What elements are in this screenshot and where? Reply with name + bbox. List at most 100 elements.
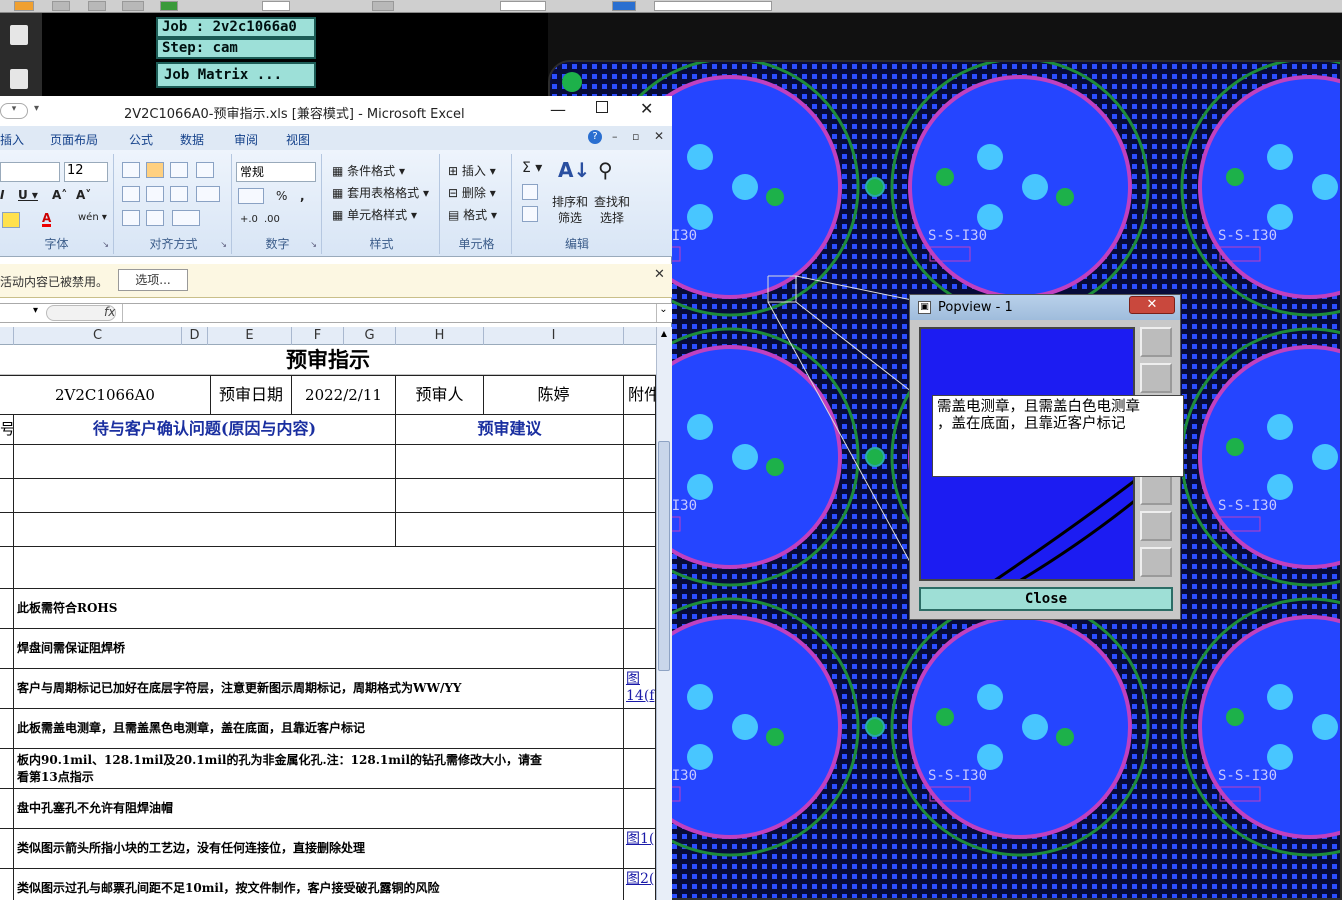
- font-name-combo[interactable]: [0, 162, 60, 182]
- table-cell[interactable]: [14, 445, 396, 479]
- table-cell[interactable]: [0, 749, 14, 789]
- issue-text-cell[interactable]: 此板需盖电测章，且需盖黑色电测章，盖在底面，且靠近客户标记: [14, 709, 624, 749]
- table-cell[interactable]: [0, 789, 14, 829]
- issue-text-cell[interactable]: 盘中孔塞孔不允许有阻焊油帽: [14, 789, 624, 829]
- grow-font-icon[interactable]: A˄: [52, 188, 67, 202]
- tab-insert[interactable]: 插入: [0, 131, 24, 148]
- increase-indent-icon[interactable]: [146, 210, 164, 226]
- column-header-e[interactable]: E: [208, 327, 292, 345]
- tab-formulas[interactable]: 公式: [129, 131, 153, 148]
- fill-icon[interactable]: [522, 184, 538, 200]
- tab-review[interactable]: 审阅: [234, 131, 258, 148]
- column-header-h[interactable]: H: [396, 327, 484, 345]
- document-icon[interactable]: [10, 25, 28, 45]
- toolbar-icon[interactable]: [160, 1, 178, 11]
- issue-text-cell[interactable]: 板内90.1mil、128.1mil及20.1mil的孔为非金属化孔.注：128…: [14, 749, 624, 789]
- delete-cells-button[interactable]: ⊟ 删除 ▾: [448, 184, 496, 201]
- expand-formula-icon[interactable]: ⌄: [656, 304, 670, 322]
- table-cell[interactable]: [0, 589, 14, 629]
- reviewer-label-cell[interactable]: 预审人: [396, 375, 484, 415]
- toolbar-icon[interactable]: [612, 1, 636, 11]
- column-header[interactable]: [0, 327, 14, 345]
- issue-header-cell[interactable]: 待与客户确认问题(原因与内容): [14, 415, 396, 445]
- scroll-up-icon[interactable]: ▲: [658, 329, 670, 341]
- reference-link-cell[interactable]: [624, 789, 656, 829]
- insert-cells-button[interactable]: ⊞ 插入 ▾: [448, 162, 496, 179]
- table-cell[interactable]: [14, 547, 624, 589]
- increase-decimal-icon[interactable]: +.0: [240, 214, 258, 225]
- tab-page-layout[interactable]: 页面布局: [50, 131, 98, 148]
- toolbar-field[interactable]: [654, 1, 772, 11]
- toolbar-field[interactable]: [262, 1, 290, 11]
- popview-close-button[interactable]: Close: [919, 587, 1173, 611]
- table-cell[interactable]: [624, 547, 656, 589]
- align-middle-icon[interactable]: [146, 162, 164, 178]
- clear-icon[interactable]: [522, 206, 538, 222]
- popview-close-x-button[interactable]: ✕: [1129, 296, 1175, 314]
- table-cell[interactable]: [14, 479, 396, 513]
- font-size-combo[interactable]: 12: [64, 162, 108, 182]
- number-format-combo[interactable]: 常规: [236, 162, 316, 182]
- issue-text-cell[interactable]: 类似图示过孔与邮票孔间距不足10mil，按文件制作，客户接受破孔露铜的风险: [14, 869, 624, 900]
- toolbar-icon[interactable]: [372, 1, 394, 11]
- tab-view[interactable]: 视图: [286, 131, 310, 148]
- currency-icon[interactable]: [238, 188, 264, 204]
- reference-link-cell[interactable]: [624, 589, 656, 629]
- cell-styles-button[interactable]: ▦ 单元格样式 ▾: [332, 206, 417, 223]
- date-label-cell[interactable]: 预审日期: [211, 375, 292, 415]
- ribbon-minimize-icon[interactable]: –: [612, 130, 618, 143]
- align-right-icon[interactable]: [170, 186, 188, 202]
- documents-icon[interactable]: [10, 69, 28, 89]
- find-select-icon[interactable]: ⚲: [598, 158, 613, 182]
- shrink-font-icon[interactable]: A˅: [76, 188, 91, 202]
- merge-center-icon[interactable]: [196, 186, 220, 202]
- zoom-in-icon[interactable]: [1140, 511, 1172, 541]
- worksheet[interactable]: 预审指示 2V2C1066A0 预审日期 2022/2/11 预审人 陈婷 附件…: [0, 345, 656, 900]
- sheet-title[interactable]: 预审指示: [0, 345, 656, 375]
- pan-icon[interactable]: [1140, 547, 1172, 577]
- scroll-thumb[interactable]: [658, 441, 670, 671]
- table-cell[interactable]: [14, 513, 396, 547]
- part-number-cell[interactable]: 2V2C1066A0: [0, 375, 211, 415]
- toolbar-icon[interactable]: [14, 1, 34, 11]
- column-header-c[interactable]: C: [14, 327, 182, 345]
- table-cell[interactable]: [0, 547, 14, 589]
- table-cell[interactable]: [396, 513, 624, 547]
- toolbar-icon[interactable]: [52, 1, 70, 11]
- issue-text-cell[interactable]: 焊盘间需保证阻焊桥: [14, 629, 624, 669]
- reviewer-cell[interactable]: 陈婷: [484, 375, 624, 415]
- column-header-d[interactable]: D: [182, 327, 208, 345]
- toolbar-icon[interactable]: [122, 1, 144, 11]
- underline-icon[interactable]: U ▾: [18, 188, 38, 202]
- formula-input[interactable]: [122, 304, 654, 322]
- ribbon-close-icon[interactable]: ✕: [654, 129, 664, 143]
- conditional-format-button[interactable]: ▦ 条件格式 ▾: [332, 162, 405, 179]
- qat-customize-icon[interactable]: ▾: [34, 103, 39, 114]
- toolbar-field[interactable]: [500, 1, 546, 11]
- orientation-icon[interactable]: [172, 210, 200, 226]
- number-dialog-launcher-icon[interactable]: ↘: [310, 240, 317, 249]
- column-header-f[interactable]: F: [292, 327, 344, 345]
- alignment-dialog-launcher-icon[interactable]: ↘: [220, 240, 227, 249]
- reference-link-cell[interactable]: 图2(: [624, 869, 656, 900]
- quick-access-dropdown[interactable]: ▾: [0, 103, 28, 119]
- table-cell[interactable]: [0, 669, 14, 709]
- align-left-icon[interactable]: [122, 186, 140, 202]
- decrease-decimal-icon[interactable]: .00: [264, 214, 280, 225]
- name-box-dropdown[interactable]: ▾: [0, 305, 42, 321]
- table-cell[interactable]: [624, 445, 656, 479]
- decrease-indent-icon[interactable]: [122, 210, 140, 226]
- attachment-label-cell[interactable]: 附件: [624, 375, 656, 415]
- table-cell[interactable]: [624, 415, 656, 445]
- format-cells-button[interactable]: ▤ 格式 ▾: [448, 206, 497, 223]
- close-window-button[interactable]: ✕: [640, 99, 653, 118]
- table-cell[interactable]: [0, 869, 14, 900]
- suggestion-header-cell[interactable]: 预审建议: [396, 415, 624, 445]
- table-cell[interactable]: [0, 479, 14, 513]
- reference-link-cell[interactable]: [624, 629, 656, 669]
- table-cell[interactable]: [624, 513, 656, 547]
- comma-icon[interactable]: ,: [300, 189, 305, 203]
- sort-filter-icon[interactable]: A↓: [558, 158, 590, 182]
- align-top-icon[interactable]: [122, 162, 140, 178]
- tab-data[interactable]: 数据: [180, 131, 204, 148]
